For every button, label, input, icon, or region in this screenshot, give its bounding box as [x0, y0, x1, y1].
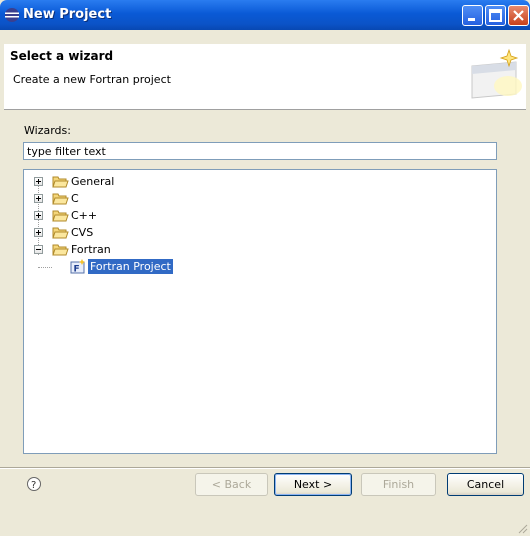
tree-item-label: C: [71, 192, 79, 205]
tree-item-cvs[interactable]: CVS: [24, 224, 484, 241]
eclipse-icon: [5, 8, 19, 22]
finish-button[interactable]: Finish: [361, 473, 436, 496]
wizard-header: Select a wizard Create a new Fortran pro…: [4, 44, 526, 110]
close-button[interactable]: [508, 5, 529, 26]
folder-icon: [52, 193, 69, 205]
close-icon: [513, 10, 524, 21]
minimize-icon: [468, 18, 475, 21]
folder-icon: [52, 176, 69, 188]
new-project-dialog: New Project Select a wizard Create a new…: [0, 0, 530, 536]
tree-item-general[interactable]: General: [24, 173, 484, 190]
page-title: Select a wizard: [10, 49, 114, 63]
button-bar-separator: [0, 467, 530, 469]
tree-item-label: Fortran Project: [88, 259, 173, 274]
folder-icon: [52, 210, 69, 222]
folder-icon: [52, 227, 69, 239]
wizards-label: Wizards:: [24, 124, 71, 137]
tree-item-label: Fortran: [71, 243, 111, 256]
back-button[interactable]: < Back: [195, 473, 268, 496]
tree-item-c[interactable]: C: [24, 190, 484, 207]
wizard-tree[interactable]: General C C++ CVS Fortran F Fortran Proj…: [23, 169, 497, 454]
tree-item-label: CVS: [71, 226, 94, 239]
expand-icon[interactable]: [34, 211, 43, 220]
maximize-button[interactable]: [485, 5, 506, 26]
wizard-banner-icon: [471, 48, 522, 99]
tree-item-label: C++: [71, 209, 98, 222]
maximize-icon: [489, 9, 502, 22]
expand-icon[interactable]: [34, 228, 43, 237]
tree-item-fortran-project[interactable]: F Fortran Project: [24, 258, 484, 275]
next-button[interactable]: Next >: [274, 473, 352, 496]
resize-grip-icon[interactable]: [516, 522, 528, 534]
window-title: New Project: [23, 7, 112, 22]
expand-icon[interactable]: [34, 177, 43, 186]
page-description: Create a new Fortran project: [13, 73, 171, 86]
tree-item-fortran[interactable]: Fortran: [24, 241, 484, 258]
cancel-button[interactable]: Cancel: [447, 473, 524, 496]
help-icon[interactable]: ?: [26, 476, 42, 492]
tree-item-label: General: [71, 175, 115, 188]
title-bar[interactable]: New Project: [0, 0, 530, 30]
svg-text:F: F: [74, 265, 80, 275]
filter-input[interactable]: [23, 142, 497, 160]
svg-text:?: ?: [31, 480, 36, 491]
fortran-project-icon: F: [70, 259, 85, 275]
tree-item-cpp[interactable]: C++: [24, 207, 484, 224]
open-folder-icon: [52, 244, 69, 256]
collapse-icon[interactable]: [34, 245, 43, 254]
expand-icon[interactable]: [34, 194, 43, 203]
minimize-button[interactable]: [462, 5, 483, 26]
